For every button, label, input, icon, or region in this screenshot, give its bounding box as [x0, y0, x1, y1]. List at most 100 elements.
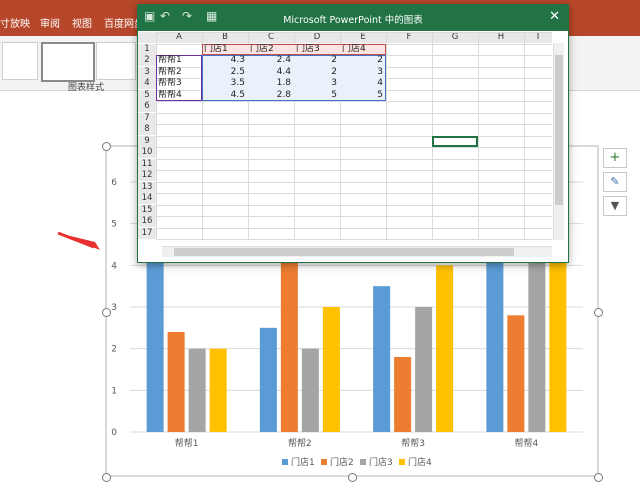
- resize-handle[interactable]: [348, 473, 357, 482]
- resize-handle[interactable]: [102, 308, 111, 317]
- select-all-corner[interactable]: [138, 32, 156, 43]
- cell-value[interactable]: 2.4: [248, 55, 294, 66]
- y-tick-label: 1: [111, 386, 117, 396]
- plus-icon: +: [609, 150, 621, 165]
- row-header-4[interactable]: 4: [138, 78, 156, 89]
- cell-value[interactable]: 3: [294, 78, 340, 89]
- row-header-17[interactable]: 17: [138, 227, 156, 239]
- cell-value[interactable]: 5: [294, 90, 340, 101]
- row-header-1[interactable]: 1: [138, 43, 156, 55]
- column-header-B[interactable]: B: [202, 32, 248, 43]
- column-header-I[interactable]: I: [524, 32, 552, 43]
- cell-header[interactable]: 门店2: [250, 44, 294, 55]
- cell-value[interactable]: 2: [294, 67, 340, 78]
- row-header-7[interactable]: 7: [138, 112, 156, 124]
- cell-value[interactable]: 2.5: [202, 67, 248, 78]
- row-header-15[interactable]: 15: [138, 204, 156, 216]
- cell-value[interactable]: 2.8: [248, 90, 294, 101]
- scroll-thumb[interactable]: [174, 248, 514, 256]
- column-header-G[interactable]: G: [432, 32, 478, 43]
- excel-title-bar[interactable]: ▣ ↶ ↷ ▦ Microsoft PowerPoint 中的图表 ✕: [138, 5, 568, 31]
- filter-icon: ▼: [610, 199, 620, 212]
- column-header-C[interactable]: C: [248, 32, 294, 43]
- chart-elements-button[interactable]: +: [603, 148, 627, 168]
- cell-value[interactable]: 4.4: [248, 67, 294, 78]
- cell-value[interactable]: 5: [340, 90, 386, 101]
- gridline: [156, 124, 552, 125]
- cell-value[interactable]: 4.5: [202, 90, 248, 101]
- cell-header[interactable]: 门店1: [204, 44, 248, 55]
- cell-value[interactable]: 帮帮3: [158, 78, 204, 89]
- cell-header[interactable]: 门店3: [296, 44, 340, 55]
- gridline: [156, 181, 552, 183]
- bar-门店2-帮帮4: [507, 315, 525, 432]
- cell-header[interactable]: [158, 44, 202, 55]
- y-tick-label: 3: [111, 303, 117, 313]
- gridline: [156, 101, 552, 102]
- y-tick-label: 5: [111, 220, 117, 230]
- gridline: [156, 204, 552, 206]
- cell-value[interactable]: 帮帮1: [158, 55, 204, 66]
- gridline: [156, 216, 552, 217]
- row-header-6[interactable]: 6: [138, 101, 156, 112]
- resize-handle[interactable]: [102, 473, 111, 482]
- cell-value[interactable]: 4: [340, 78, 386, 89]
- resize-handle[interactable]: [102, 142, 111, 151]
- cell-value[interactable]: 帮帮4: [158, 90, 204, 101]
- gridline: [156, 147, 552, 148]
- cell-value[interactable]: 3: [340, 67, 386, 78]
- close-icon[interactable]: ✕: [549, 9, 560, 24]
- row-header-3[interactable]: 3: [138, 66, 156, 78]
- cell-value[interactable]: 1.8: [248, 78, 294, 89]
- cell-value[interactable]: 帮帮2: [158, 67, 204, 78]
- row-header-2[interactable]: 2: [138, 55, 156, 66]
- row-header-8[interactable]: 8: [138, 124, 156, 135]
- column-header-E[interactable]: E: [340, 32, 386, 43]
- row-header-12[interactable]: 12: [138, 170, 156, 181]
- chart-styles-button[interactable]: ✎: [603, 172, 627, 192]
- cell-value[interactable]: 2: [340, 55, 386, 66]
- x-tick-label: 帮帮3: [401, 437, 425, 449]
- gridline: [386, 32, 387, 239]
- scroll-thumb[interactable]: [555, 55, 563, 205]
- bar-门店4-帮帮3: [436, 265, 454, 432]
- bar-门店3-帮帮1: [188, 348, 206, 432]
- vertical-scrollbar[interactable]: [553, 43, 564, 240]
- bar-门店4-帮帮2: [322, 307, 340, 432]
- row-header-11[interactable]: 11: [138, 158, 156, 170]
- gridline: [478, 32, 479, 239]
- bar-门店2-帮帮1: [167, 332, 185, 432]
- chart-filters-button[interactable]: ▼: [603, 196, 627, 216]
- cell-header[interactable]: 门店4: [342, 44, 386, 55]
- row-header-10[interactable]: 10: [138, 147, 156, 158]
- column-header-D[interactable]: D: [294, 32, 340, 43]
- cell-value[interactable]: 4.3: [202, 55, 248, 66]
- horizontal-scrollbar[interactable]: [162, 246, 552, 257]
- x-tick-label: 帮帮2: [288, 437, 312, 449]
- bar-门店3-帮帮3: [415, 307, 433, 432]
- legend-label: 门店3: [369, 456, 393, 468]
- column-header-F[interactable]: F: [386, 32, 432, 43]
- active-cell[interactable]: [432, 135, 478, 147]
- column-header-H[interactable]: H: [478, 32, 524, 43]
- cell-value[interactable]: 2: [294, 55, 340, 66]
- row-header-9[interactable]: 9: [138, 135, 156, 147]
- annotation-arrow-left-shaft: [57, 231, 95, 249]
- gridline: [156, 135, 552, 137]
- cell-value[interactable]: 3.5: [202, 78, 248, 89]
- gridline: [156, 239, 552, 240]
- row-header-14[interactable]: 14: [138, 193, 156, 204]
- row-header-16[interactable]: 16: [138, 216, 156, 227]
- y-tick-label: 0: [111, 428, 117, 438]
- excel-chart-window: ▣ ↶ ↷ ▦ Microsoft PowerPoint 中的图表 ✕ ABCD…: [137, 4, 569, 263]
- excel-title: Microsoft PowerPoint 中的图表: [283, 15, 423, 26]
- row-header-5[interactable]: 5: [138, 89, 156, 101]
- legend-label: 门店1: [291, 456, 315, 468]
- bar-门店2-帮帮3: [394, 357, 412, 432]
- row-header-13[interactable]: 13: [138, 181, 156, 193]
- column-header-A[interactable]: A: [156, 32, 202, 43]
- resize-handle[interactable]: [594, 473, 603, 482]
- x-tick-label: 帮帮1: [175, 437, 199, 449]
- resize-handle[interactable]: [594, 308, 603, 317]
- y-tick-label: 6: [111, 178, 117, 188]
